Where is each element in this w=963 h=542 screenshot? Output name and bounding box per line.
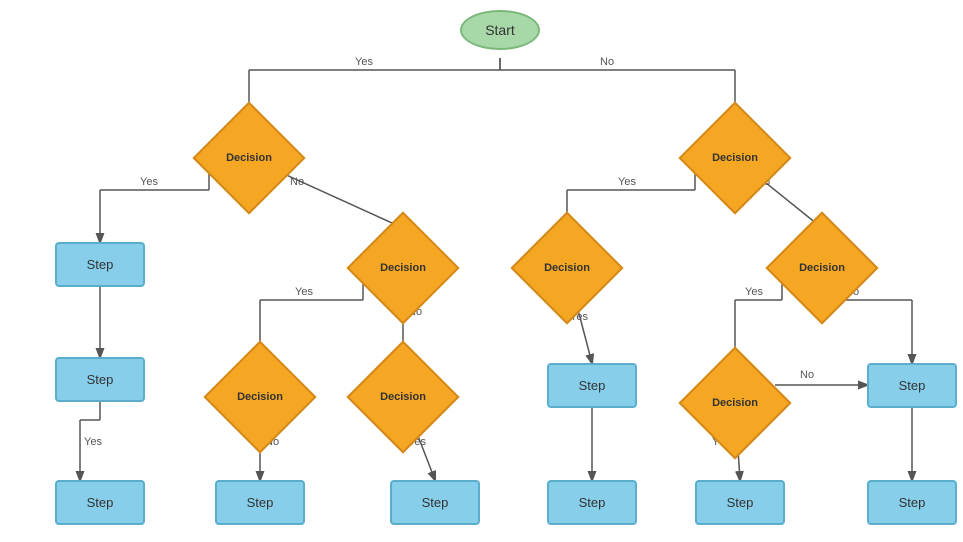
step-1: Step (55, 242, 145, 287)
step-7: Step (390, 480, 480, 525)
label-d5-yes: Yes (745, 286, 763, 298)
step-6-label: Step (247, 495, 274, 510)
decision-7: Decision (363, 357, 443, 437)
step-8: Step (547, 480, 637, 525)
decision-4: Decision (527, 228, 607, 308)
start-node: Start (460, 10, 540, 50)
step-5: Step (55, 480, 145, 525)
step-10-label: Step (899, 495, 926, 510)
step-3: Step (547, 363, 637, 408)
label-d2-yes: Yes (618, 176, 636, 188)
step-10: Step (867, 480, 957, 525)
start-label: Start (485, 22, 515, 38)
step-4: Step (867, 363, 957, 408)
step-7-label: Step (422, 495, 449, 510)
label-d8-no: No (800, 369, 814, 381)
decision-1: Decision (209, 118, 289, 198)
label-step2-yes: Yes (84, 436, 102, 448)
label-d3-yes: Yes (295, 286, 313, 298)
step-9: Step (695, 480, 785, 525)
step-2-label: Step (87, 372, 114, 387)
label-start-yes: Yes (355, 56, 373, 68)
step-2: Step (55, 357, 145, 402)
decision-5: Decision (782, 228, 862, 308)
step-8-label: Step (579, 495, 606, 510)
label-start-no: No (600, 56, 614, 68)
step-4-label: Step (899, 378, 926, 393)
label-d1-no: No (290, 176, 304, 188)
decision-3: Decision (363, 228, 443, 308)
decision-8: Decision (695, 363, 775, 443)
step-1-label: Step (87, 257, 114, 272)
decision-2: Decision (695, 118, 775, 198)
step-5-label: Step (87, 495, 114, 510)
step-6: Step (215, 480, 305, 525)
label-d1-yes: Yes (140, 176, 158, 188)
decision-6: Decision (220, 357, 300, 437)
step-9-label: Step (727, 495, 754, 510)
step-3-label: Step (579, 378, 606, 393)
